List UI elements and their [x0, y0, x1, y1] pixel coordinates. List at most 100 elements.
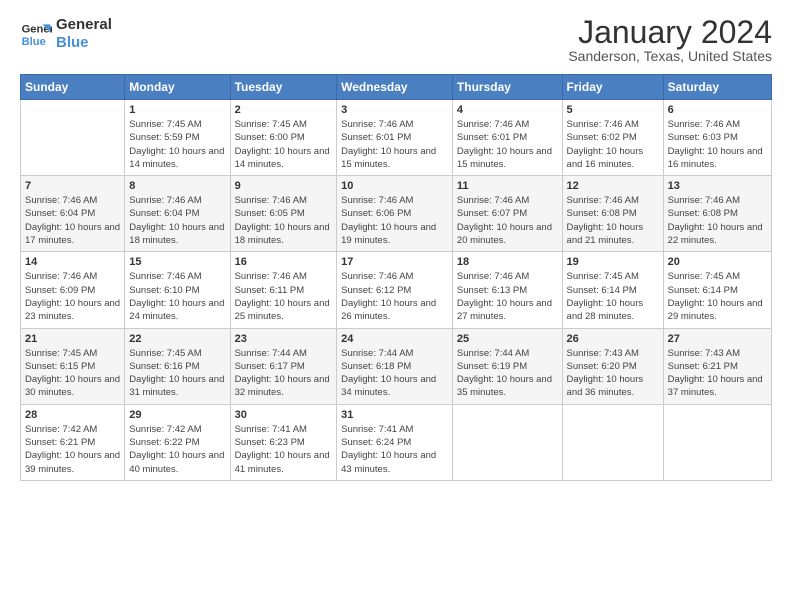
sunrise-text: Sunrise: 7:41 AM	[341, 423, 448, 436]
daylight-text: Daylight: 10 hours and 17 minutes.	[25, 221, 120, 248]
calendar-cell: 2Sunrise: 7:45 AMSunset: 6:00 PMDaylight…	[230, 100, 337, 176]
sunset-text: Sunset: 6:10 PM	[129, 284, 225, 297]
svg-text:Blue: Blue	[22, 36, 46, 48]
daylight-text: Daylight: 10 hours and 20 minutes.	[457, 221, 558, 248]
day-number: 24	[341, 333, 448, 345]
sunset-text: Sunset: 6:21 PM	[668, 360, 767, 373]
sunset-text: Sunset: 6:11 PM	[235, 284, 333, 297]
sunrise-text: Sunrise: 7:46 AM	[341, 118, 448, 131]
sunrise-text: Sunrise: 7:41 AM	[235, 423, 333, 436]
sunset-text: Sunset: 6:02 PM	[567, 131, 659, 144]
calendar-cell: 5Sunrise: 7:46 AMSunset: 6:02 PMDaylight…	[562, 100, 663, 176]
calendar-cell: 22Sunrise: 7:45 AMSunset: 6:16 PMDayligh…	[125, 328, 230, 404]
day-info: Sunrise: 7:46 AMSunset: 6:12 PMDaylight:…	[341, 270, 448, 323]
sunrise-text: Sunrise: 7:44 AM	[341, 347, 448, 360]
day-info: Sunrise: 7:46 AMSunset: 6:04 PMDaylight:…	[129, 194, 225, 247]
weekday-header-friday: Friday	[562, 75, 663, 100]
calendar-cell: 8Sunrise: 7:46 AMSunset: 6:04 PMDaylight…	[125, 176, 230, 252]
calendar-table: SundayMondayTuesdayWednesdayThursdayFrid…	[20, 74, 772, 481]
daylight-text: Daylight: 10 hours and 41 minutes.	[235, 449, 333, 476]
daylight-text: Daylight: 10 hours and 14 minutes.	[129, 145, 225, 172]
sunrise-text: Sunrise: 7:46 AM	[235, 270, 333, 283]
sunrise-text: Sunrise: 7:46 AM	[341, 194, 448, 207]
calendar-cell: 30Sunrise: 7:41 AMSunset: 6:23 PMDayligh…	[230, 404, 337, 480]
day-number: 27	[668, 333, 767, 345]
daylight-text: Daylight: 10 hours and 16 minutes.	[668, 145, 767, 172]
sunrise-text: Sunrise: 7:42 AM	[25, 423, 120, 436]
sunrise-text: Sunrise: 7:46 AM	[668, 194, 767, 207]
calendar-week-row: 14Sunrise: 7:46 AMSunset: 6:09 PMDayligh…	[21, 252, 772, 328]
sunrise-text: Sunrise: 7:43 AM	[567, 347, 659, 360]
calendar-cell: 11Sunrise: 7:46 AMSunset: 6:07 PMDayligh…	[452, 176, 562, 252]
sunrise-text: Sunrise: 7:46 AM	[567, 194, 659, 207]
day-number: 19	[567, 256, 659, 268]
day-number: 20	[668, 256, 767, 268]
day-number: 13	[668, 180, 767, 192]
daylight-text: Daylight: 10 hours and 16 minutes.	[567, 145, 659, 172]
daylight-text: Daylight: 10 hours and 15 minutes.	[341, 145, 448, 172]
sunset-text: Sunset: 6:08 PM	[567, 207, 659, 220]
sunset-text: Sunset: 6:01 PM	[457, 131, 558, 144]
calendar-week-row: 1Sunrise: 7:45 AMSunset: 5:59 PMDaylight…	[21, 100, 772, 176]
day-number: 18	[457, 256, 558, 268]
day-info: Sunrise: 7:46 AMSunset: 6:13 PMDaylight:…	[457, 270, 558, 323]
calendar-cell: 24 Sunrise: 7:44 AMSunset: 6:18 PMDayligh…	[337, 328, 453, 404]
sunrise-text: Sunrise: 7:46 AM	[25, 194, 120, 207]
calendar-cell: 23Sunrise: 7:44 AMSunset: 6:17 PMDayligh…	[230, 328, 337, 404]
day-number: 31	[341, 409, 448, 421]
calendar-cell: 12Sunrise: 7:46 AMSunset: 6:08 PMDayligh…	[562, 176, 663, 252]
sunrise-text: Sunrise: 7:43 AM	[668, 347, 767, 360]
daylight-text: Daylight: 10 hours and 15 minutes.	[457, 145, 558, 172]
daylight-text: Daylight: 10 hours and 31 minutes.	[129, 373, 225, 400]
day-info: Sunrise: 7:46 AMSunset: 6:01 PMDaylight:…	[457, 118, 558, 171]
day-info: Sunrise: 7:45 AMSunset: 6:15 PMDaylight:…	[25, 347, 120, 400]
day-number: 28	[25, 409, 120, 421]
calendar-cell	[452, 404, 562, 480]
day-number: 3	[341, 104, 448, 116]
day-number: 17	[341, 256, 448, 268]
sunrise-text: Sunrise: 7:42 AM	[129, 423, 225, 436]
daylight-text: Daylight: 10 hours and 30 minutes.	[25, 373, 120, 400]
weekday-header-sunday: Sunday	[21, 75, 125, 100]
title-block: January 2024 Sanderson, Texas, United St…	[568, 16, 772, 64]
day-info: Sunrise: 7:45 AMSunset: 6:00 PMDaylight:…	[235, 118, 333, 171]
sunset-text: Sunset: 6:04 PM	[129, 207, 225, 220]
sunrise-text: Sunrise: 7:46 AM	[341, 270, 448, 283]
day-number: 15	[129, 256, 225, 268]
sunset-text: Sunset: 6:08 PM	[668, 207, 767, 220]
day-number: 30	[235, 409, 333, 421]
logo-line2: Blue	[56, 34, 112, 52]
day-info: Sunrise: 7:41 AMSunset: 6:24 PMDaylight:…	[341, 423, 448, 476]
sunrise-text: Sunrise: 7:46 AM	[129, 270, 225, 283]
weekday-header-monday: Monday	[125, 75, 230, 100]
day-number: 11	[457, 180, 558, 192]
sunset-text: Sunset: 6:24 PM	[341, 436, 448, 449]
sunset-text: Sunset: 6:12 PM	[341, 284, 448, 297]
daylight-text: Daylight: 10 hours and 25 minutes.	[235, 297, 333, 324]
day-number: 1	[129, 104, 225, 116]
day-info: Sunrise: 7:46 AMSunset: 6:06 PMDaylight:…	[341, 194, 448, 247]
calendar-week-row: 7Sunrise: 7:46 AMSunset: 6:04 PMDaylight…	[21, 176, 772, 252]
sunset-text: Sunset: 6:17 PM	[235, 360, 333, 373]
weekday-header-wednesday: Wednesday	[337, 75, 453, 100]
calendar-cell: 27Sunrise: 7:43 AMSunset: 6:21 PMDayligh…	[663, 328, 771, 404]
sunrise-text: Sunrise: 7:45 AM	[668, 270, 767, 283]
day-info: Sunrise: 7:42 AMSunset: 6:21 PMDaylight:…	[25, 423, 120, 476]
daylight-text: Daylight: 10 hours and 24 minutes.	[129, 297, 225, 324]
logo: General Blue General Blue	[20, 16, 112, 52]
daylight-text: Daylight: 10 hours and 35 minutes.	[457, 373, 558, 400]
calendar-cell: 7Sunrise: 7:46 AMSunset: 6:04 PMDaylight…	[21, 176, 125, 252]
day-info: Sunrise: 7:46 AMSunset: 6:05 PMDaylight:…	[235, 194, 333, 247]
day-info: Sunrise: 7:44 AMSunset: 6:18 PMDaylight:…	[341, 347, 448, 400]
logo-line1: General	[56, 16, 112, 34]
daylight-text: Daylight: 10 hours and 29 minutes.	[668, 297, 767, 324]
daylight-text: Daylight: 10 hours and 18 minutes.	[129, 221, 225, 248]
daylight-text: Daylight: 10 hours and 18 minutes.	[235, 221, 333, 248]
sunset-text: Sunset: 6:14 PM	[567, 284, 659, 297]
sunset-text: Sunset: 6:09 PM	[25, 284, 120, 297]
sunrise-text: Sunrise: 7:45 AM	[25, 347, 120, 360]
calendar-cell: 26Sunrise: 7:43 AMSunset: 6:20 PMDayligh…	[562, 328, 663, 404]
day-info: Sunrise: 7:46 AMSunset: 6:08 PMDaylight:…	[567, 194, 659, 247]
day-info: Sunrise: 7:46 AMSunset: 6:04 PMDaylight:…	[25, 194, 120, 247]
day-number: 25	[457, 333, 558, 345]
